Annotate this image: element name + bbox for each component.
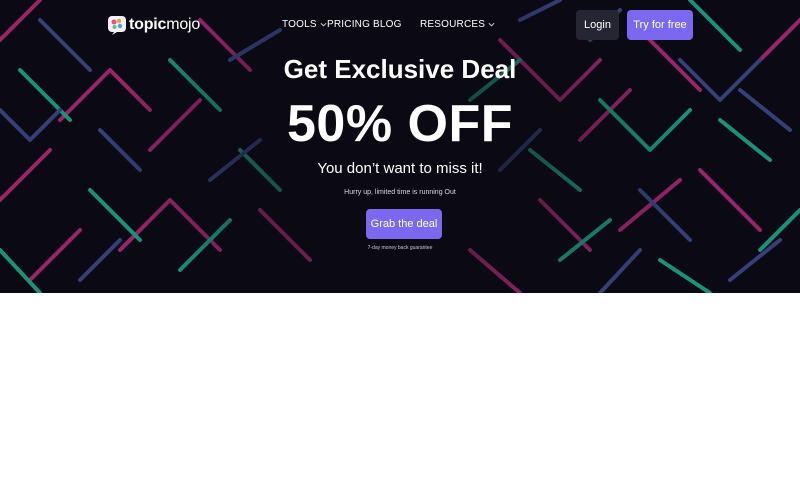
nav-tools-label: TOOLS: [282, 19, 317, 30]
chevron-down-icon: [320, 22, 327, 27]
brand-logo[interactable]: topicmojo: [107, 14, 200, 36]
brand-name: topicmojo: [129, 16, 200, 34]
nav-blog-label: BLOG: [373, 19, 402, 30]
nav-pricing-label: PRICING: [327, 19, 371, 30]
grab-deal-button[interactable]: Grab the deal: [366, 209, 442, 239]
chevron-down-icon: [488, 22, 495, 27]
nav-resources[interactable]: RESOURCES: [420, 19, 495, 30]
discount-headline: 50% OFF: [287, 95, 513, 153]
urgency-text: Hurry up, limited time is running Out: [344, 189, 456, 196]
login-button[interactable]: Login: [576, 10, 619, 40]
brand-name-bold: topic: [129, 16, 167, 33]
nav-pricing[interactable]: PRICING: [327, 19, 370, 30]
guarantee-text: 7-day money back guarantee: [367, 245, 433, 251]
hero-section: topicmojo TOOLS PRICING BLOG RESOURCES L…: [0, 0, 800, 293]
try-for-free-button[interactable]: Try for free: [627, 10, 693, 40]
hero-subtitle: You don’t want to miss it!: [317, 160, 483, 177]
top-navigation: topicmojo TOOLS PRICING BLOG RESOURCES L…: [0, 0, 800, 50]
nav-resources-label: RESOURCES: [420, 19, 486, 30]
nav-tools[interactable]: TOOLS: [282, 19, 327, 30]
hero-title: Get Exclusive Deal: [283, 54, 517, 84]
brand-name-thin: mojo: [166, 16, 201, 33]
brain-logo-icon: [108, 16, 126, 35]
nav-blog[interactable]: BLOG: [373, 19, 402, 30]
